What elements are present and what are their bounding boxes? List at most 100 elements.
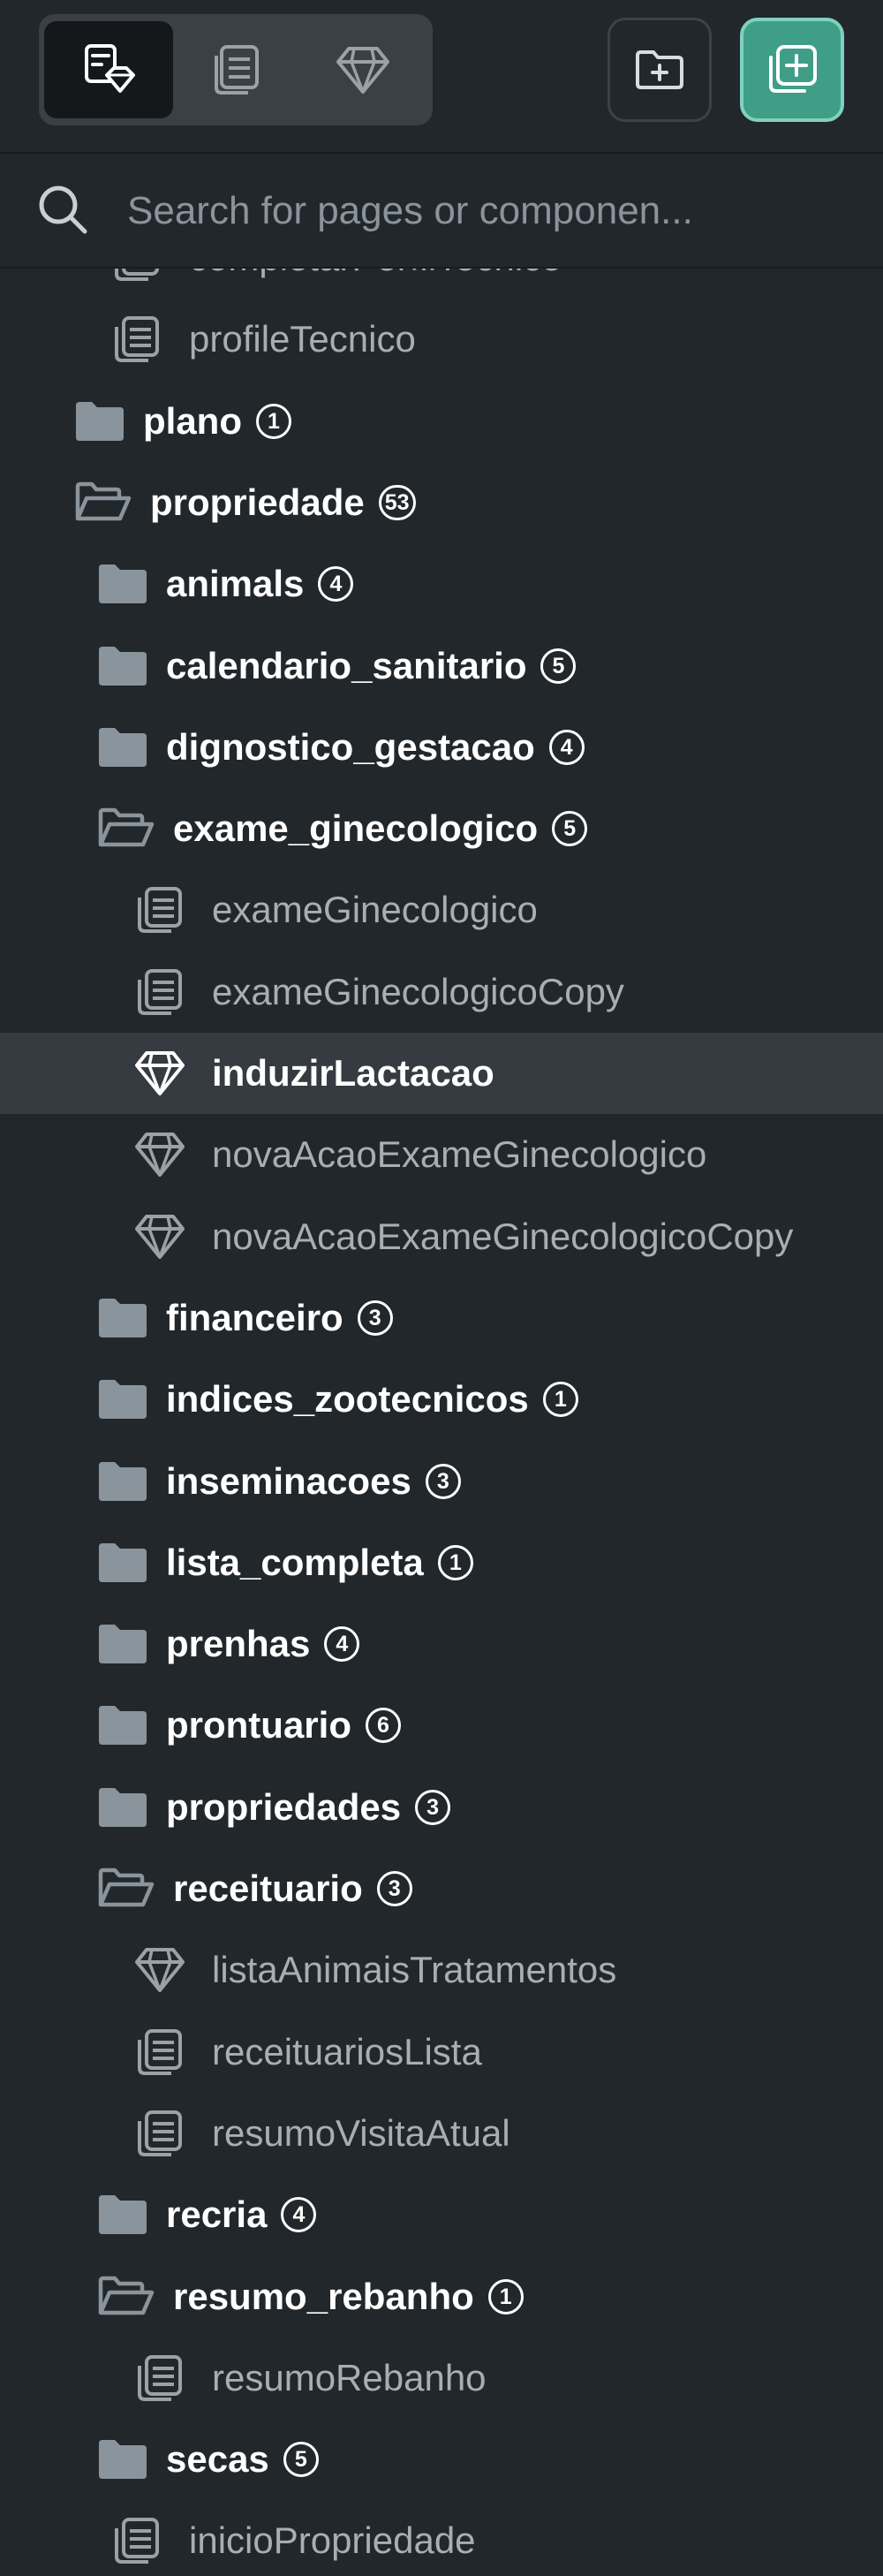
folder-icon — [97, 1378, 148, 1425]
folder-icon — [97, 563, 148, 610]
folder-row[interactable]: receituario 3 — [0, 1848, 883, 1929]
tab-components[interactable] — [298, 21, 427, 118]
count-badge: 5 — [540, 648, 577, 684]
folder-icon — [97, 1623, 148, 1670]
folder-row[interactable]: recria 4 — [0, 2174, 883, 2255]
pages-icon — [134, 2109, 184, 2163]
tab-page-widgets[interactable] — [44, 21, 173, 118]
folder-label: financeiro — [166, 1296, 343, 1338]
folder-row[interactable]: resumo_rebanho 1 — [0, 2256, 883, 2337]
view-mode-switcher — [39, 14, 433, 125]
page-row[interactable]: exameGinecologico — [0, 869, 883, 951]
folder-row[interactable]: propriedades 3 — [0, 1767, 883, 1848]
count-badge: 3 — [357, 1299, 393, 1336]
item-label: receituariosLista — [212, 2030, 482, 2072]
search-input[interactable] — [125, 184, 853, 239]
count-badge: 4 — [548, 729, 585, 765]
pages-icon — [134, 2353, 184, 2407]
folder-row[interactable]: exame_ginecologico 5 — [0, 788, 883, 869]
folder-plus-icon — [636, 50, 683, 89]
page-row[interactable]: resumoRebanho — [0, 2337, 883, 2419]
item-label: induzirLactacao — [212, 1052, 494, 1094]
search-bar — [0, 154, 883, 267]
folder-row[interactable]: inseminacoes 3 — [0, 1441, 883, 1522]
item-label: exameGinecologicoCopy — [212, 970, 624, 1012]
folder-label: resumo_rebanho — [173, 2275, 474, 2317]
folder-icon — [97, 1297, 148, 1344]
count-badge: 5 — [283, 2442, 319, 2478]
tab-pages[interactable] — [171, 21, 300, 118]
folder-label: receituario — [173, 1868, 363, 1909]
page-row[interactable]: completarPerfilTecnico — [0, 269, 883, 299]
folder-icon — [97, 1704, 148, 1751]
folder-label: propriedade — [150, 481, 365, 523]
pages-stack-icon — [215, 45, 259, 95]
page-tree: completarPerfilTecnico profileTecnico pl… — [0, 269, 883, 2576]
folder-row[interactable]: dignostico_gestacao 4 — [0, 707, 883, 788]
folder-icon — [97, 1786, 148, 1833]
count-badge: 3 — [376, 1871, 412, 1906]
folder-icon — [97, 2438, 148, 2485]
top-toolbar — [0, 0, 883, 152]
folder-label: inseminacoes — [166, 1459, 411, 1502]
page-row[interactable]: exameGinecologicoCopy — [0, 951, 883, 1033]
folder-icon — [97, 1460, 148, 1507]
count-badge: 1 — [437, 1544, 473, 1580]
folder-label: calendario_sanitario — [166, 644, 527, 686]
folder-icon — [97, 1542, 148, 1588]
folder-open-icon — [97, 807, 155, 854]
item-label: novaAcaoExameGinecologicoCopy — [212, 1215, 794, 1257]
component-row[interactable]: listaAnimaisTratamentos — [0, 1929, 883, 2011]
folder-icon — [97, 2193, 148, 2240]
page-widget-icon — [85, 44, 135, 93]
folder-row[interactable]: plano 1 — [0, 381, 883, 462]
folder-row[interactable]: prenhas 4 — [0, 1603, 883, 1685]
new-folder-button[interactable] — [608, 18, 712, 122]
folder-open-icon — [97, 2276, 155, 2322]
count-badge: 3 — [415, 1789, 451, 1825]
folder-label: prontuario — [166, 1704, 351, 1746]
count-badge: 4 — [281, 2197, 317, 2233]
component-row[interactable]: induzirLactacao — [0, 1033, 883, 1114]
add-page-button[interactable] — [740, 18, 844, 122]
count-badge: 53 — [378, 484, 416, 520]
gem-icon — [134, 1049, 185, 1102]
item-label: novaAcaoExameGinecologico — [212, 1133, 707, 1176]
folder-label: exame_ginecologico — [173, 807, 539, 850]
folder-label: animals — [166, 563, 305, 605]
gem-icon — [336, 47, 389, 94]
item-label: listaAnimaisTratamentos — [212, 1949, 617, 1991]
folder-label: prenhas — [166, 1623, 311, 1665]
component-row[interactable]: novaAcaoExameGinecologico — [0, 1114, 883, 1195]
folder-icon — [97, 645, 148, 692]
add-page-icon — [769, 45, 817, 93]
folder-row[interactable]: propriedade 53 — [0, 462, 883, 543]
folder-open-icon — [97, 1868, 155, 1914]
count-badge: 4 — [324, 1626, 360, 1663]
item-label: resumoRebanho — [212, 2356, 487, 2398]
item-label: resumoVisitaAtual — [212, 2111, 510, 2154]
count-badge: 4 — [318, 566, 354, 602]
item-label: completarPerfilTecnico — [189, 269, 562, 299]
folder-row[interactable]: indices_zootecnicos 1 — [0, 1359, 883, 1440]
page-row[interactable]: inicioPropriedade — [0, 2500, 883, 2576]
pages-icon — [134, 967, 184, 1021]
pages-icon — [134, 2027, 184, 2081]
folder-row[interactable]: animals 4 — [0, 543, 883, 625]
folder-open-icon — [74, 481, 132, 528]
gem-icon — [134, 1131, 185, 1183]
page-row[interactable]: profileTecnico — [0, 299, 883, 380]
component-row[interactable]: novaAcaoExameGinecologicoCopy — [0, 1196, 883, 1277]
page-row[interactable]: receituariosLista — [0, 2012, 883, 2093]
folder-row[interactable]: lista_completa 1 — [0, 1522, 883, 1603]
folder-row[interactable]: prontuario 6 — [0, 1685, 883, 1766]
folder-icon — [97, 726, 148, 773]
folder-label: secas — [166, 2438, 269, 2481]
folder-icon — [74, 400, 125, 447]
page-row[interactable]: resumoVisitaAtual — [0, 2093, 883, 2174]
gem-icon — [134, 1213, 185, 1265]
folder-row[interactable]: financeiro 3 — [0, 1277, 883, 1359]
folder-row[interactable]: calendario_sanitario 5 — [0, 625, 883, 707]
folder-row[interactable]: secas 5 — [0, 2419, 883, 2500]
pages-icon — [111, 2516, 161, 2570]
